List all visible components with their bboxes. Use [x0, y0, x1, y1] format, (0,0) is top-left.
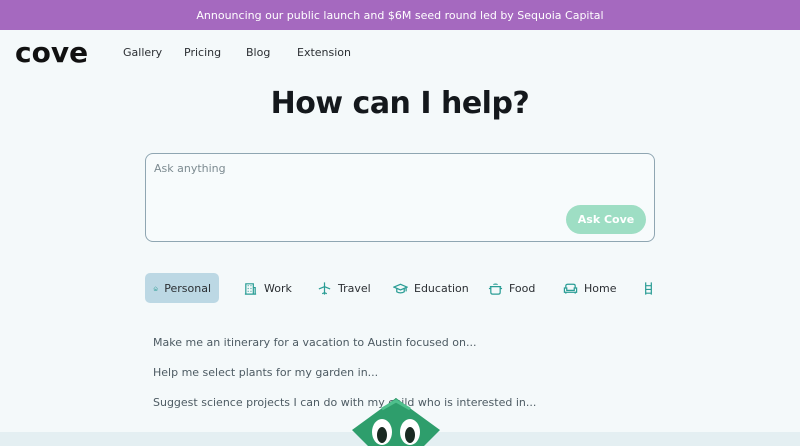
page-title: How can I help?: [270, 86, 530, 121]
graduation-cap-icon: [393, 283, 408, 293]
tab-personal[interactable]: Personal: [145, 273, 219, 303]
ask-box: Ask Cove: [145, 153, 655, 242]
house-icon: [153, 285, 158, 291]
ladder-icon: [645, 281, 652, 295]
tab-label: Home: [584, 281, 617, 295]
ask-cove-button[interactable]: Ask Cove: [566, 205, 646, 234]
tab-label: Personal: [164, 281, 211, 295]
tab-label: Education: [414, 281, 469, 295]
tab-label: Work: [264, 281, 292, 295]
sofa-icon: [563, 283, 578, 294]
tab-travel[interactable]: Travel: [309, 273, 379, 303]
category-tabs: Personal Work Travel Education Food Home: [145, 273, 665, 303]
nav-link-extension[interactable]: Extension: [297, 46, 351, 59]
ask-input[interactable]: [154, 162, 554, 192]
tab-label: Food: [509, 281, 536, 295]
pot-icon: [488, 282, 503, 295]
suggestion-item[interactable]: Make me an itinerary for a vacation to A…: [153, 336, 476, 349]
top-nav: cove Gallery Pricing Blog Extension: [0, 30, 800, 74]
tab-education[interactable]: Education: [385, 273, 477, 303]
tab-food[interactable]: Food: [480, 273, 543, 303]
cove-logo[interactable]: cove: [15, 36, 88, 69]
announcement-text: Announcing our public launch and $6M see…: [196, 8, 604, 22]
nav-link-blog[interactable]: Blog: [246, 46, 270, 59]
suggestion-item[interactable]: Help me select plants for my garden in..…: [153, 366, 378, 379]
tab-more[interactable]: [633, 273, 665, 303]
building-icon: [244, 282, 257, 295]
nav-link-gallery[interactable]: Gallery: [123, 46, 162, 59]
airplane-icon: [318, 281, 331, 295]
cove-mascot-icon[interactable]: [352, 398, 440, 446]
nav-link-pricing[interactable]: Pricing: [184, 46, 221, 59]
tab-work[interactable]: Work: [235, 273, 300, 303]
tab-home[interactable]: Home: [555, 273, 624, 303]
announcement-banner[interactable]: Announcing our public launch and $6M see…: [0, 0, 800, 30]
suggestion-item[interactable]: Suggest science projects I can do with m…: [153, 396, 536, 409]
tab-label: Travel: [338, 281, 371, 295]
